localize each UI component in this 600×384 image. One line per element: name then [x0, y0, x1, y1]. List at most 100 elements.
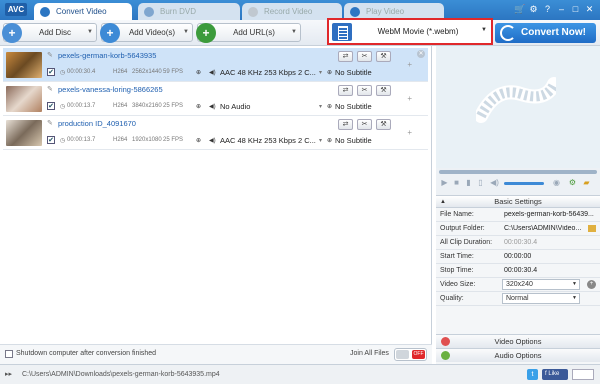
subtitle-select[interactable]: No Subtitle	[335, 102, 372, 111]
trim-icon[interactable]: ⇄	[338, 51, 353, 62]
file-checkbox[interactable]: ✔	[47, 102, 55, 110]
audio-track-select[interactable]: No Audio	[220, 102, 250, 111]
audio-track-select[interactable]: AAC 48 KHz 253 Kbps 2 C...	[220, 68, 316, 77]
play-icon[interactable]: ▶	[440, 178, 449, 188]
setting-start-time: Start Time: 00:00:00	[436, 250, 600, 264]
help-icon[interactable]: ?	[542, 3, 553, 15]
chevron-down-icon[interactable]: ▼	[481, 27, 487, 33]
tab-label: Convert Video	[56, 7, 107, 16]
setting-duration: All Clip Duration: 00:00:30.4	[436, 236, 600, 250]
add-videos-button[interactable]: + Add Video(s) ▼	[100, 23, 193, 43]
app-logo: AVC	[5, 3, 27, 16]
chevron-down-icon: ▼	[572, 295, 577, 301]
settings-icon[interactable]: ⚙	[568, 178, 577, 188]
twitter-icon[interactable]: t	[527, 369, 538, 380]
add-track-icon[interactable]: ⊕	[196, 69, 201, 76]
add-size-icon[interactable]: +	[587, 280, 596, 289]
speaker-icon: ◀)	[209, 70, 216, 76]
add-track-icon[interactable]: ⊕	[196, 103, 201, 110]
setting-quality: Quality: Normal ▼	[436, 292, 600, 306]
clock-icon: ◷	[60, 104, 66, 110]
join-all-toggle[interactable]: OFF	[394, 348, 427, 361]
add-track-icon[interactable]: ⊕	[196, 137, 201, 144]
video-options-button[interactable]: Video Options	[436, 334, 600, 348]
effects-icon[interactable]: ⚒	[376, 51, 391, 62]
convert-now-button[interactable]: Convert Now!	[495, 23, 596, 43]
output-format-select[interactable]: WebM Movie (*.webm) ▼	[327, 18, 493, 45]
chevron-down-icon[interactable]: ▾	[319, 103, 322, 110]
panel-toggle-icon[interactable]	[572, 369, 594, 380]
stop-icon[interactable]: ■	[452, 178, 461, 188]
maximize-icon[interactable]: □	[570, 3, 581, 15]
quality-select[interactable]: Normal ▼	[502, 293, 580, 304]
chevron-down-icon[interactable]: ▼	[291, 24, 297, 41]
audio-track-select[interactable]: AAC 48 KHz 253 Kbps 2 C...	[220, 136, 316, 145]
output-folder-field[interactable]: C:\Users\ADMIN\Video...	[504, 225, 586, 232]
start-time-field[interactable]: 00:00:00	[504, 253, 598, 260]
audio-options-button[interactable]: Audio Options	[436, 348, 600, 362]
tab-label: Play Video	[366, 7, 405, 16]
video-options-icon	[441, 337, 450, 346]
chevron-down-icon[interactable]: ▾	[319, 137, 322, 144]
expand-icon[interactable]: +	[407, 60, 412, 69]
trim-icon[interactable]: ⇄	[338, 85, 353, 96]
minimize-icon[interactable]: –	[556, 3, 567, 15]
tab-convert-video[interactable]: Convert Video	[34, 3, 132, 20]
chevron-down-icon[interactable]: ▾	[319, 69, 322, 76]
cut-icon[interactable]: ✂	[357, 119, 372, 130]
add-disc-button[interactable]: + Add Disc ▼	[2, 23, 97, 43]
cut-icon[interactable]: ✂	[357, 85, 372, 96]
rename-icon[interactable]: ✎	[47, 51, 53, 59]
seek-bar[interactable]	[439, 170, 597, 174]
expand-icon[interactable]: +	[407, 128, 412, 137]
file-name[interactable]: pexels-vanessa-loring-5866265	[58, 85, 163, 94]
stop-time-field[interactable]: 00:00:30.4	[504, 267, 598, 274]
add-urls-button[interactable]: + Add URL(s) ▼	[196, 23, 301, 43]
subtitle-select[interactable]: No Subtitle	[335, 136, 372, 145]
toggle-state: OFF	[412, 350, 425, 359]
volume-slider[interactable]	[504, 182, 544, 185]
shutdown-checkbox[interactable]	[5, 350, 13, 358]
close-icon[interactable]: ✕	[584, 3, 595, 15]
next-frame-icon[interactable]: ▯	[476, 178, 485, 188]
facebook-like-button[interactable]: f Like	[542, 369, 568, 380]
file-checkbox[interactable]: ✔	[47, 136, 55, 144]
subtitle-add-icon[interactable]: ⊕	[327, 69, 332, 76]
file-name[interactable]: production ID_4091670	[58, 119, 136, 128]
prev-frame-icon[interactable]: ▮	[464, 178, 473, 188]
expand-icon[interactable]: +	[407, 94, 412, 103]
gear-icon[interactable]: ⚙	[528, 3, 539, 15]
subtitle-add-icon[interactable]: ⊕	[327, 103, 332, 110]
video-size-select[interactable]: 320x240 ▼	[502, 279, 580, 290]
tab-burn-dvd[interactable]: Burn DVD	[138, 3, 240, 20]
tab-label: Record Video	[264, 7, 313, 16]
basic-settings-header[interactable]: ▲ Basic Settings	[436, 196, 600, 208]
file-list: ✎ pexels-german-korb-5643935 ✔ ◷ 00:00:3…	[0, 46, 432, 344]
cart-icon[interactable]: 🛒	[514, 3, 525, 15]
effects-icon[interactable]: ⚒	[376, 119, 391, 130]
file-checkbox[interactable]: ✔	[47, 68, 55, 76]
file-row[interactable]: ✎ pexels-german-korb-5643935 ✔ ◷ 00:00:3…	[3, 48, 428, 82]
remove-icon[interactable]: ✕	[417, 50, 425, 58]
subtitle-select[interactable]: No Subtitle	[335, 68, 372, 77]
toggle-knob	[396, 350, 409, 359]
file-row[interactable]: ✎ production ID_4091670 ✔ ◷ 00:00:13.7 H…	[3, 116, 428, 150]
disc-icon: +	[2, 23, 22, 43]
trim-icon[interactable]: ⇄	[338, 119, 353, 130]
file-row[interactable]: ✎ pexels-vanessa-loring-5866265 ✔ ◷ 00:0…	[3, 82, 428, 116]
volume-icon[interactable]: ◀)	[490, 178, 499, 188]
effects-icon[interactable]: ⚒	[376, 85, 391, 96]
file-name-field[interactable]: pexels-german-korb-56439...	[504, 211, 598, 218]
cut-icon[interactable]: ✂	[357, 51, 372, 62]
subtitle-add-icon[interactable]: ⊕	[327, 137, 332, 144]
rename-icon[interactable]: ✎	[47, 119, 53, 127]
folder-icon[interactable]: ▰	[582, 178, 591, 188]
snapshot-icon[interactable]: ◉	[552, 178, 561, 188]
chevron-down-icon[interactable]: ▼	[183, 24, 189, 41]
folder-icon[interactable]	[588, 225, 596, 232]
file-name[interactable]: pexels-german-korb-5643935	[58, 51, 156, 60]
setting-file-name: File Name: pexels-german-korb-56439...	[436, 208, 600, 222]
file-resolution: 1920x1080	[132, 137, 162, 143]
rename-icon[interactable]: ✎	[47, 85, 53, 93]
chevron-down-icon[interactable]: ▼	[87, 24, 93, 41]
